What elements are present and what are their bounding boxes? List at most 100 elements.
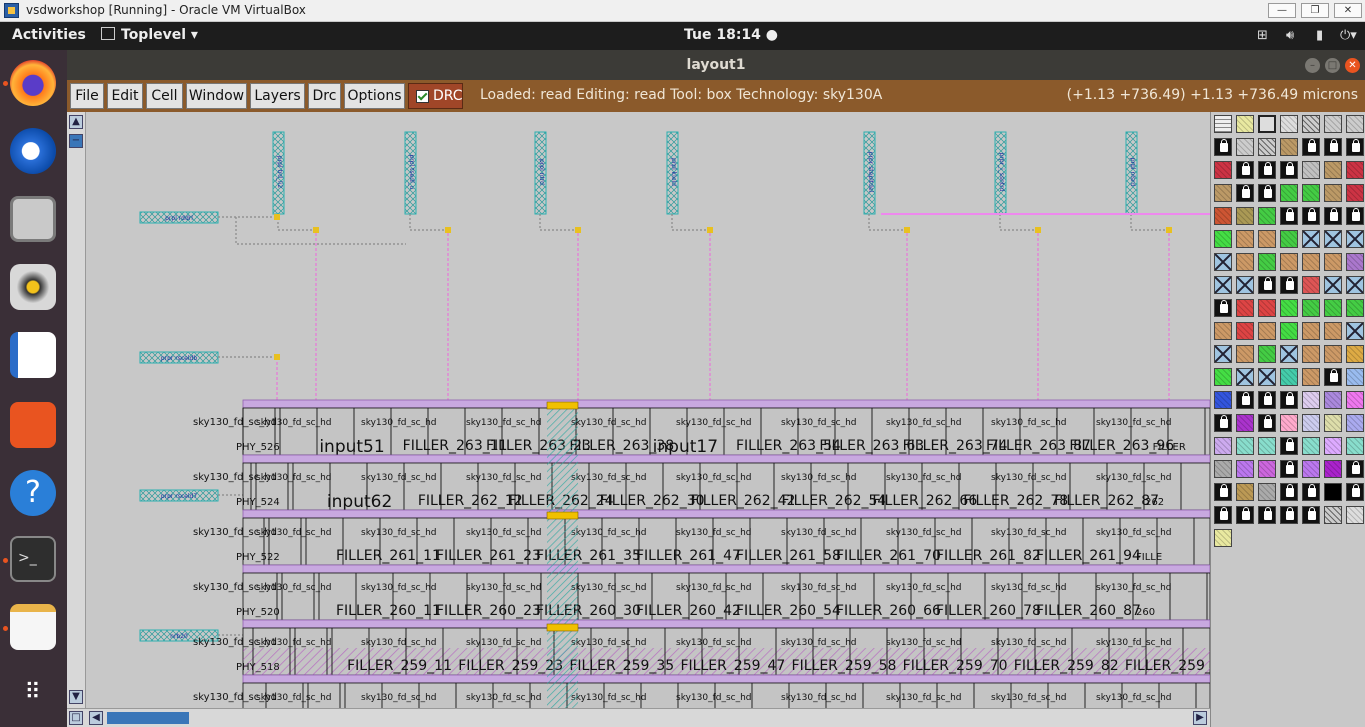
layer-locked-icon[interactable] xyxy=(1280,437,1298,455)
drc-checkbox[interactable] xyxy=(416,90,429,103)
layer-swatch-icon[interactable] xyxy=(1346,276,1364,294)
layer-swatch-icon[interactable] xyxy=(1280,253,1298,271)
text-editor-icon[interactable] xyxy=(10,604,56,650)
layer-swatch-icon[interactable] xyxy=(1214,437,1232,455)
vbox-maximize-button[interactable]: ❐ xyxy=(1301,3,1329,18)
layer-locked-icon[interactable] xyxy=(1346,138,1364,156)
layer-swatch-icon[interactable] xyxy=(1258,460,1276,478)
layer-swatch-icon[interactable] xyxy=(1324,414,1342,432)
scroll-right-arrow-icon[interactable]: ▶ xyxy=(1193,711,1207,725)
layer-swatch-icon[interactable] xyxy=(1346,345,1364,363)
layer-swatch-icon[interactable] xyxy=(1302,276,1320,294)
layer-locked-icon[interactable] xyxy=(1302,207,1320,225)
layer-swatch-icon[interactable] xyxy=(1214,115,1232,133)
layer-swatch-icon[interactable] xyxy=(1258,368,1276,386)
power-menu-icon[interactable]: ⏻▾ xyxy=(1340,28,1357,43)
app-menu[interactable]: Toplevel ▾ xyxy=(101,27,198,43)
layer-swatch-icon[interactable] xyxy=(1236,437,1254,455)
layer-swatch-icon[interactable] xyxy=(1258,299,1276,317)
layer-swatch-icon[interactable] xyxy=(1214,460,1232,478)
layer-swatch-icon[interactable] xyxy=(1258,138,1276,156)
layer-swatch-icon[interactable] xyxy=(1346,230,1364,248)
layer-swatch-icon[interactable] xyxy=(1214,207,1232,225)
layer-locked-icon[interactable] xyxy=(1258,506,1276,524)
scroll-up-arrow-icon[interactable]: − xyxy=(69,134,83,148)
layer-locked-icon[interactable] xyxy=(1302,138,1320,156)
layer-swatch-icon[interactable] xyxy=(1236,138,1254,156)
writer-icon[interactable] xyxy=(10,332,56,378)
layer-swatch-icon[interactable] xyxy=(1236,460,1254,478)
layer-swatch-icon[interactable] xyxy=(1324,506,1342,524)
window-maximize-button[interactable]: □ xyxy=(1325,58,1340,73)
horizontal-scroll-thumb[interactable] xyxy=(107,712,189,724)
layer-locked-icon[interactable] xyxy=(1302,483,1320,501)
layer-locked-icon[interactable] xyxy=(1236,184,1254,202)
layer-swatch-icon[interactable] xyxy=(1280,368,1298,386)
menu-layers[interactable]: Layers xyxy=(250,83,305,109)
layer-locked-icon[interactable] xyxy=(1214,506,1232,524)
layer-swatch-icon[interactable] xyxy=(1236,368,1254,386)
battery-icon[interactable]: ▮ xyxy=(1316,28,1323,43)
network-icon[interactable]: ⊞ xyxy=(1257,28,1268,43)
scroll-up-arrow-icon[interactable]: ▲ xyxy=(69,115,83,129)
layer-swatch-icon[interactable] xyxy=(1324,230,1342,248)
layer-swatch-icon[interactable] xyxy=(1302,437,1320,455)
volume-icon[interactable]: 🔊︎ xyxy=(1286,28,1294,43)
layer-swatch-icon[interactable] xyxy=(1324,184,1342,202)
vbox-minimize-button[interactable]: — xyxy=(1268,3,1296,18)
layer-swatch-icon[interactable] xyxy=(1346,368,1364,386)
layer-swatch-icon[interactable] xyxy=(1346,322,1364,340)
layer-swatch-icon[interactable] xyxy=(1324,161,1342,179)
layer-swatch-icon[interactable] xyxy=(1214,230,1232,248)
layer-swatch-icon[interactable] xyxy=(1324,115,1342,133)
menu-drc[interactable]: Drc xyxy=(308,83,341,109)
layer-locked-icon[interactable] xyxy=(1214,138,1232,156)
layer-locked-icon[interactable] xyxy=(1214,299,1232,317)
layer-swatch-icon[interactable] xyxy=(1346,253,1364,271)
layer-locked-icon[interactable] xyxy=(1346,207,1364,225)
layer-swatch-icon[interactable] xyxy=(1236,230,1254,248)
scroll-down-arrow-icon[interactable]: ▼ xyxy=(69,690,83,704)
layer-locked-icon[interactable] xyxy=(1258,391,1276,409)
layer-swatch-icon[interactable] xyxy=(1346,299,1364,317)
layer-swatch-icon[interactable] xyxy=(1346,115,1364,133)
layer-swatch-icon[interactable] xyxy=(1346,161,1364,179)
thunderbird-icon[interactable] xyxy=(10,128,56,174)
window-minimize-button[interactable]: – xyxy=(1305,58,1320,73)
layer-swatch-icon[interactable] xyxy=(1302,322,1320,340)
layer-swatch-icon[interactable] xyxy=(1302,161,1320,179)
layer-swatch-icon[interactable] xyxy=(1214,345,1232,363)
layer-locked-icon[interactable] xyxy=(1302,506,1320,524)
menu-cell[interactable]: Cell xyxy=(146,83,183,109)
menu-options[interactable]: Options xyxy=(344,83,405,109)
layer-locked-icon[interactable] xyxy=(1258,414,1276,432)
layer-swatch-icon[interactable] xyxy=(1324,437,1342,455)
layer-swatch-icon[interactable] xyxy=(1258,437,1276,455)
layer-swatch-icon[interactable] xyxy=(1236,299,1254,317)
layer-swatch-icon[interactable] xyxy=(1280,299,1298,317)
layer-locked-icon[interactable] xyxy=(1236,391,1254,409)
layer-swatch-icon[interactable] xyxy=(1214,529,1232,547)
software-center-icon[interactable] xyxy=(10,402,56,448)
scroll-left-arrow-icon[interactable]: ◀ xyxy=(89,711,103,725)
layer-swatch-icon[interactable] xyxy=(1258,345,1276,363)
layer-swatch-icon[interactable] xyxy=(1324,345,1342,363)
layer-swatch-icon[interactable] xyxy=(1324,299,1342,317)
layer-locked-icon[interactable] xyxy=(1324,368,1342,386)
layer-swatch-icon[interactable] xyxy=(1302,345,1320,363)
layer-swatch-icon[interactable] xyxy=(1346,506,1364,524)
rhythmbox-icon[interactable] xyxy=(10,264,56,310)
layer-locked-icon[interactable] xyxy=(1280,207,1298,225)
layer-swatch-icon[interactable] xyxy=(1280,184,1298,202)
layer-locked-icon[interactable] xyxy=(1280,391,1298,409)
layer-swatch-icon[interactable] xyxy=(1302,460,1320,478)
layer-swatch-icon[interactable] xyxy=(1236,322,1254,340)
layer-swatch-icon[interactable] xyxy=(1346,414,1364,432)
menu-edit[interactable]: Edit xyxy=(107,83,143,109)
layer-swatch-icon[interactable] xyxy=(1346,184,1364,202)
layer-swatch-icon[interactable] xyxy=(1258,483,1276,501)
layer-swatch-icon[interactable] xyxy=(1236,253,1254,271)
help-icon[interactable]: ? xyxy=(10,470,56,516)
layer-swatch-icon[interactable] xyxy=(1258,253,1276,271)
clock[interactable]: Tue 18:14 ● xyxy=(684,27,778,43)
